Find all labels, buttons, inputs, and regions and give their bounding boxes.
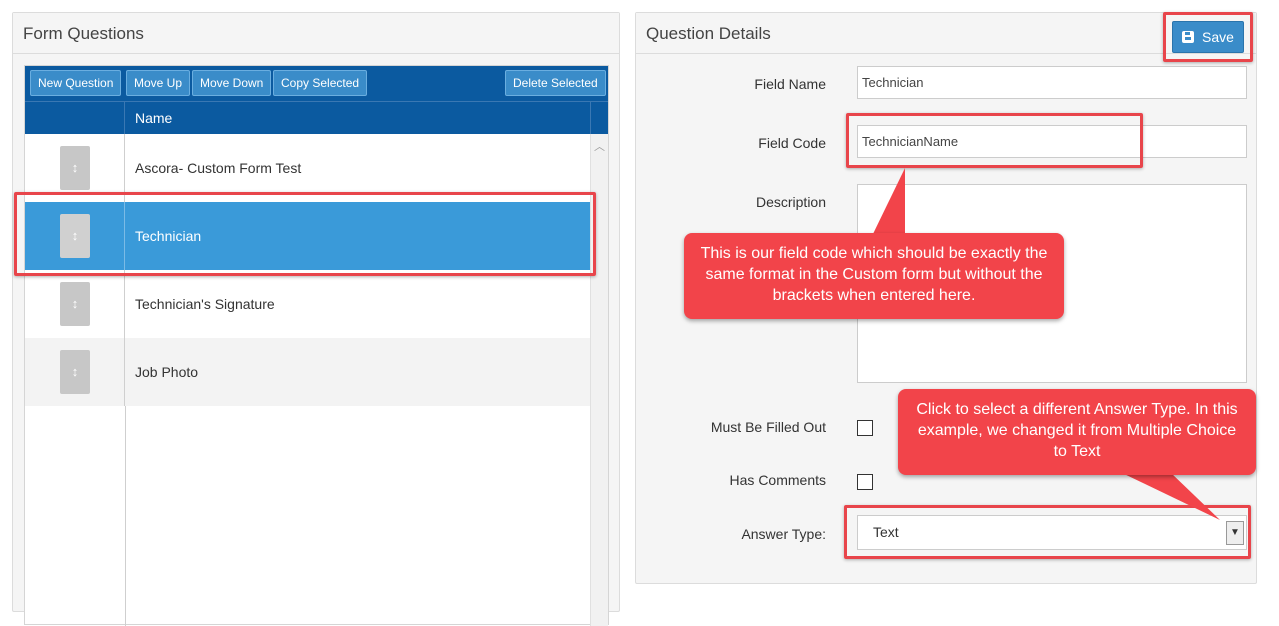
callout-pointers	[872, 168, 1220, 520]
field-code-callout-pointer	[872, 168, 905, 236]
answer-type-callout-pointer	[1120, 472, 1220, 520]
answer-type-callout: Click to select a different Answer Type.…	[898, 389, 1256, 475]
field-code-callout: This is our field code which should be e…	[684, 233, 1064, 319]
